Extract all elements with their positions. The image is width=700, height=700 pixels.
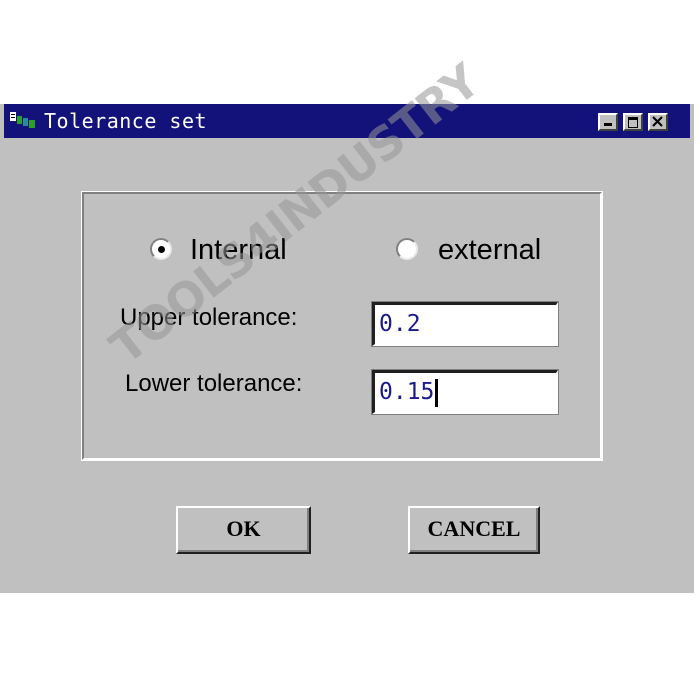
upper-tolerance-value: 0.2 bbox=[379, 311, 421, 337]
text-caret bbox=[435, 378, 439, 407]
title-bar[interactable]: Tolerance set bbox=[4, 104, 690, 138]
radio-selected-dot bbox=[158, 246, 165, 253]
radio-internal-circle[interactable] bbox=[150, 238, 172, 260]
radio-external-label: external bbox=[438, 234, 542, 266]
cancel-button[interactable]: CANCEL bbox=[408, 506, 540, 554]
radio-external[interactable]: external bbox=[396, 234, 566, 274]
close-button[interactable] bbox=[648, 113, 668, 131]
app-icon bbox=[9, 111, 41, 131]
radio-external-circle[interactable] bbox=[396, 238, 418, 260]
maximize-button[interactable] bbox=[623, 113, 643, 131]
close-icon bbox=[652, 116, 663, 127]
ok-button[interactable]: OK bbox=[176, 506, 311, 554]
upper-tolerance-input[interactable]: 0.2 bbox=[371, 301, 559, 347]
minimize-button[interactable] bbox=[598, 113, 618, 131]
lower-tolerance-input[interactable]: 0.15 bbox=[371, 369, 559, 415]
window-title: Tolerance set bbox=[44, 109, 208, 133]
lower-tolerance-label: Lower tolerance: bbox=[125, 370, 303, 397]
lower-tolerance-value: 0.15 bbox=[379, 379, 435, 405]
